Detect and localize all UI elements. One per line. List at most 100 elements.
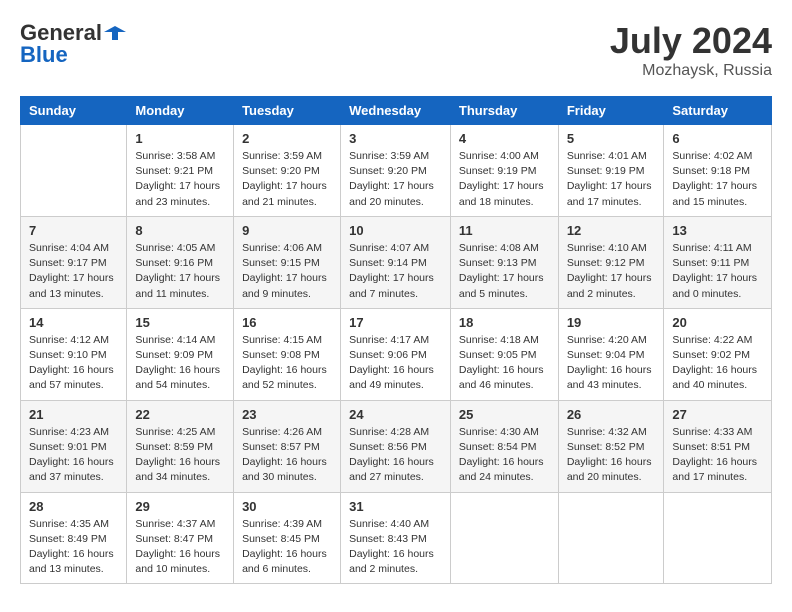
- day-number: 20: [672, 315, 763, 330]
- day-info: Sunrise: 4:10 AMSunset: 9:12 PMDaylight:…: [567, 241, 656, 302]
- day-info: Sunrise: 4:00 AMSunset: 9:19 PMDaylight:…: [459, 149, 550, 210]
- day-number: 9: [242, 223, 332, 238]
- day-number: 3: [349, 131, 442, 146]
- day-info: Sunrise: 4:11 AMSunset: 9:11 PMDaylight:…: [672, 241, 763, 302]
- calendar-cell: 23 Sunrise: 4:26 AMSunset: 8:57 PMDayligh…: [234, 400, 341, 492]
- calendar-cell: 20Sunrise: 4:22 AMSunset: 9:02 PMDayligh…: [664, 308, 772, 400]
- day-info: Sunrise: 4:07 AMSunset: 9:14 PMDaylight:…: [349, 241, 442, 302]
- day-info: Sunrise: 3:59 AMSunset: 9:20 PMDaylight:…: [242, 149, 332, 210]
- day-info: Sunrise: 4:15 AMSunset: 9:08 PMDaylight:…: [242, 333, 332, 394]
- day-info: Sunrise: 4:02 AMSunset: 9:18 PMDaylight:…: [672, 149, 763, 210]
- day-of-week-header: Tuesday: [234, 97, 341, 125]
- day-info: Sunrise: 4:32 AMSunset: 8:52 PMDaylight:…: [567, 425, 656, 486]
- calendar-week-row: 28 Sunrise: 4:35 AMSunset: 8:49 PMDayligh…: [21, 492, 772, 584]
- calendar-cell: 13 Sunrise: 4:11 AMSunset: 9:11 PMDayligh…: [664, 216, 772, 308]
- calendar-cell: 9 Sunrise: 4:06 AMSunset: 9:15 PMDaylight…: [234, 216, 341, 308]
- calendar-cell: 5 Sunrise: 4:01 AMSunset: 9:19 PMDaylight…: [558, 125, 664, 217]
- day-of-week-header: Monday: [127, 97, 234, 125]
- location-subtitle: Mozhaysk, Russia: [610, 62, 772, 80]
- day-number: 7: [29, 223, 118, 238]
- day-number: 17: [349, 315, 442, 330]
- calendar-cell: [558, 492, 664, 584]
- day-number: 21: [29, 407, 118, 422]
- calendar-cell: 21Sunrise: 4:23 AMSunset: 9:01 PMDayligh…: [21, 400, 127, 492]
- logo-blue-text: Blue: [20, 42, 68, 68]
- calendar-cell: 7 Sunrise: 4:04 AMSunset: 9:17 PMDaylight…: [21, 216, 127, 308]
- calendar-cell: 31 Sunrise: 4:40 AMSunset: 8:43 PMDayligh…: [341, 492, 451, 584]
- calendar-cell: 11 Sunrise: 4:08 AMSunset: 9:13 PMDayligh…: [450, 216, 558, 308]
- day-info: Sunrise: 4:39 AMSunset: 8:45 PMDaylight:…: [242, 517, 332, 578]
- calendar-cell: 16 Sunrise: 4:15 AMSunset: 9:08 PMDayligh…: [234, 308, 341, 400]
- title-area: July 2024 Mozhaysk, Russia: [610, 20, 772, 80]
- day-info: Sunrise: 4:18 AMSunset: 9:05 PMDaylight:…: [459, 333, 550, 394]
- calendar-week-row: 14Sunrise: 4:12 AMSunset: 9:10 PMDayligh…: [21, 308, 772, 400]
- day-info: Sunrise: 4:40 AMSunset: 8:43 PMDaylight:…: [349, 517, 442, 578]
- month-year-title: July 2024: [610, 20, 772, 62]
- logo-bird-icon: [104, 22, 126, 44]
- day-number: 26: [567, 407, 656, 422]
- calendar-cell: 29 Sunrise: 4:37 AMSunset: 8:47 PMDayligh…: [127, 492, 234, 584]
- calendar-cell: 22Sunrise: 4:25 AMSunset: 8:59 PMDayligh…: [127, 400, 234, 492]
- calendar-cell: 1Sunrise: 3:58 AMSunset: 9:21 PMDaylight…: [127, 125, 234, 217]
- day-info: Sunrise: 4:37 AMSunset: 8:47 PMDaylight:…: [135, 517, 225, 578]
- calendar-cell: 3 Sunrise: 3:59 AMSunset: 9:20 PMDaylight…: [341, 125, 451, 217]
- day-info: Sunrise: 4:01 AMSunset: 9:19 PMDaylight:…: [567, 149, 656, 210]
- day-number: 30: [242, 499, 332, 514]
- calendar-cell: [450, 492, 558, 584]
- calendar-cell: 6 Sunrise: 4:02 AMSunset: 9:18 PMDaylight…: [664, 125, 772, 217]
- day-number: 19: [567, 315, 656, 330]
- day-number: 31: [349, 499, 442, 514]
- calendar-week-row: 7 Sunrise: 4:04 AMSunset: 9:17 PMDaylight…: [21, 216, 772, 308]
- day-info: Sunrise: 4:06 AMSunset: 9:15 PMDaylight:…: [242, 241, 332, 302]
- calendar-cell: 19Sunrise: 4:20 AMSunset: 9:04 PMDayligh…: [558, 308, 664, 400]
- calendar-cell: [664, 492, 772, 584]
- day-of-week-header: Friday: [558, 97, 664, 125]
- calendar-cell: 26 Sunrise: 4:32 AMSunset: 8:52 PMDayligh…: [558, 400, 664, 492]
- day-number: 11: [459, 223, 550, 238]
- day-number: 6: [672, 131, 763, 146]
- day-info: Sunrise: 4:35 AMSunset: 8:49 PMDaylight:…: [29, 517, 118, 578]
- day-of-week-header: Thursday: [450, 97, 558, 125]
- day-number: 16: [242, 315, 332, 330]
- calendar-cell: [21, 125, 127, 217]
- day-number: 14: [29, 315, 118, 330]
- day-of-week-header: Saturday: [664, 97, 772, 125]
- calendar-cell: 25 Sunrise: 4:30 AMSunset: 8:54 PMDayligh…: [450, 400, 558, 492]
- day-info: Sunrise: 3:59 AMSunset: 9:20 PMDaylight:…: [349, 149, 442, 210]
- calendar-cell: 15Sunrise: 4:14 AMSunset: 9:09 PMDayligh…: [127, 308, 234, 400]
- day-info: Sunrise: 4:04 AMSunset: 9:17 PMDaylight:…: [29, 241, 118, 302]
- calendar-cell: 10 Sunrise: 4:07 AMSunset: 9:14 PMDayligh…: [341, 216, 451, 308]
- calendar-cell: 24 Sunrise: 4:28 AMSunset: 8:56 PMDayligh…: [341, 400, 451, 492]
- day-info: Sunrise: 4:30 AMSunset: 8:54 PMDaylight:…: [459, 425, 550, 486]
- calendar-cell: 14Sunrise: 4:12 AMSunset: 9:10 PMDayligh…: [21, 308, 127, 400]
- day-number: 5: [567, 131, 656, 146]
- day-number: 28: [29, 499, 118, 514]
- day-number: 13: [672, 223, 763, 238]
- day-info: Sunrise: 4:08 AMSunset: 9:13 PMDaylight:…: [459, 241, 550, 302]
- calendar-table: SundayMondayTuesdayWednesdayThursdayFrid…: [20, 96, 772, 584]
- logo: General Blue: [20, 20, 126, 68]
- page-header: General Blue July 2024 Mozhaysk, Russia: [20, 20, 772, 80]
- calendar-cell: 18 Sunrise: 4:18 AMSunset: 9:05 PMDayligh…: [450, 308, 558, 400]
- day-number: 29: [135, 499, 225, 514]
- day-number: 12: [567, 223, 656, 238]
- day-info: Sunrise: 4:33 AMSunset: 8:51 PMDaylight:…: [672, 425, 763, 486]
- day-number: 24: [349, 407, 442, 422]
- day-info: Sunrise: 4:17 AMSunset: 9:06 PMDaylight:…: [349, 333, 442, 394]
- day-number: 1: [135, 131, 225, 146]
- day-number: 18: [459, 315, 550, 330]
- day-number: 8: [135, 223, 225, 238]
- day-number: 23: [242, 407, 332, 422]
- day-info: Sunrise: 4:25 AMSunset: 8:59 PMDaylight:…: [135, 425, 225, 486]
- day-info: Sunrise: 4:28 AMSunset: 8:56 PMDaylight:…: [349, 425, 442, 486]
- day-number: 25: [459, 407, 550, 422]
- day-info: Sunrise: 4:26 AMSunset: 8:57 PMDaylight:…: [242, 425, 332, 486]
- calendar-cell: 28 Sunrise: 4:35 AMSunset: 8:49 PMDayligh…: [21, 492, 127, 584]
- day-number: 15: [135, 315, 225, 330]
- calendar-cell: 4Sunrise: 4:00 AMSunset: 9:19 PMDaylight…: [450, 125, 558, 217]
- calendar-cell: 8 Sunrise: 4:05 AMSunset: 9:16 PMDaylight…: [127, 216, 234, 308]
- day-info: Sunrise: 4:05 AMSunset: 9:16 PMDaylight:…: [135, 241, 225, 302]
- calendar-cell: 27Sunrise: 4:33 AMSunset: 8:51 PMDayligh…: [664, 400, 772, 492]
- day-number: 10: [349, 223, 442, 238]
- day-of-week-header: Sunday: [21, 97, 127, 125]
